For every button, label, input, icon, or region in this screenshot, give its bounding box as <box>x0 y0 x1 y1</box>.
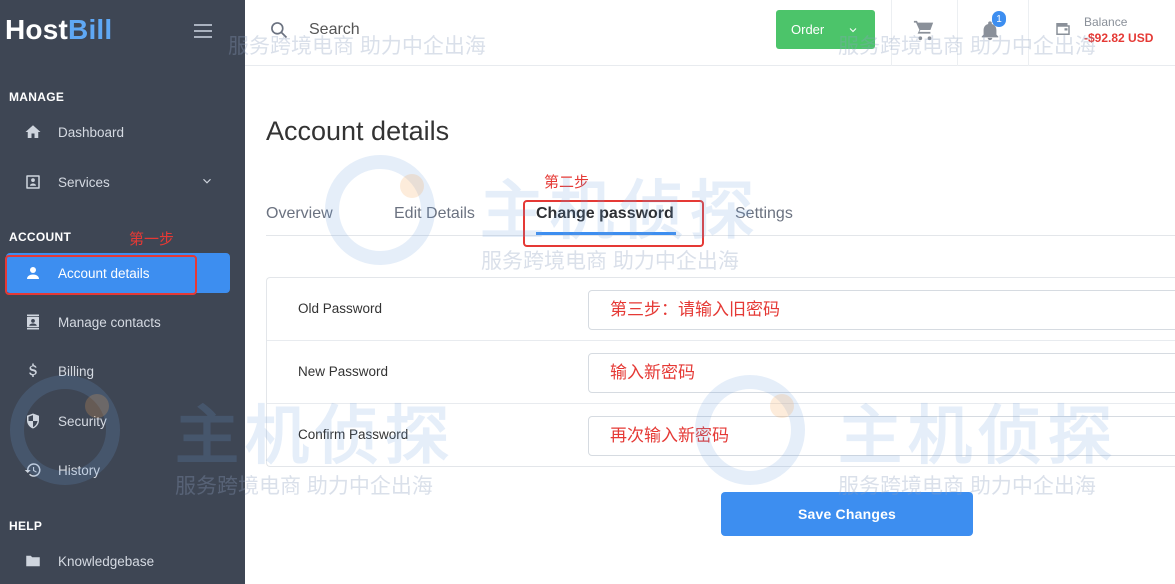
contacts-icon <box>6 313 58 331</box>
tab-settings[interactable]: Settings <box>735 205 793 223</box>
form-row-confirm-password: Confirm Password <box>267 404 1175 467</box>
divider <box>891 0 892 66</box>
search-input[interactable] <box>309 16 469 44</box>
order-button[interactable]: Order <box>776 10 875 49</box>
new-password-label: New Password <box>298 364 389 379</box>
sidebar-item-billing[interactable]: Billing <box>6 351 230 391</box>
home-icon <box>6 123 58 141</box>
page-title: Account details <box>266 116 450 146</box>
wallet-icon <box>1053 20 1073 43</box>
sidebar-item-manage-contacts[interactable]: Manage contacts <box>6 302 230 342</box>
new-password-input[interactable] <box>588 353 1175 393</box>
order-button-label: Order <box>791 22 825 37</box>
balance-value[interactable]: -$92.82 USD <box>1084 31 1153 45</box>
old-password-input[interactable] <box>588 290 1175 330</box>
divider <box>957 0 958 66</box>
save-changes-button[interactable]: Save Changes <box>721 492 973 536</box>
sidebar-item-label: Knowledgebase <box>58 553 155 569</box>
confirm-password-label: Confirm Password <box>298 427 409 442</box>
step1-highlight-box <box>5 255 197 295</box>
divider <box>1028 0 1029 66</box>
sidebar-item-label: Security <box>58 413 107 429</box>
shield-icon <box>6 412 58 430</box>
dollar-icon <box>6 362 58 380</box>
tabs-bar: Overview Edit Details Change password Se… <box>266 196 1175 236</box>
confirm-password-input[interactable] <box>588 416 1175 456</box>
watermark-tagline: 服务跨境电商 助力中企出海 <box>481 250 739 273</box>
chevron-down-icon[interactable] <box>200 174 220 191</box>
section-manage: MANAGE <box>9 90 65 104</box>
form-row-old-password: Old Password <box>267 278 1175 341</box>
sidebar-item-label: History <box>58 462 101 478</box>
old-password-label: Old Password <box>298 301 383 316</box>
section-help: HELP <box>9 519 43 533</box>
sidebar-item-dashboard[interactable]: Dashboard <box>6 112 230 152</box>
folder-icon <box>6 552 58 570</box>
search-icon[interactable] <box>269 20 289 40</box>
chevron-down-icon <box>847 24 859 39</box>
menu-toggle-icon[interactable] <box>194 24 212 38</box>
sidebar-item-label: Services <box>58 174 110 190</box>
services-icon <box>6 173 58 191</box>
sidebar-item-security[interactable]: Security <box>6 401 230 441</box>
notification-badge: 1 <box>992 11 1006 27</box>
balance-label: Balance <box>1084 15 1128 29</box>
sidebar-item-label: Manage contacts <box>58 314 161 330</box>
sidebar-item-services[interactable]: Services <box>6 162 230 202</box>
brand-logo[interactable]: HostBill <box>5 14 112 46</box>
step1-annotation: 第一步 <box>129 231 175 248</box>
sidebar-item-label: Billing <box>58 363 95 379</box>
sidebar-item-history[interactable]: History <box>6 450 230 490</box>
step2-annotation: 第二步 <box>544 174 590 191</box>
sidebar-item-knowledgebase[interactable]: Knowledgebase <box>6 541 230 581</box>
section-account: ACCOUNT <box>9 230 72 244</box>
sidebar-item-label: Dashboard <box>58 124 125 140</box>
step2-highlight-box <box>523 200 704 247</box>
history-icon <box>6 461 58 479</box>
tab-overview[interactable]: Overview <box>266 205 333 223</box>
cart-icon[interactable] <box>912 19 936 46</box>
form-row-new-password: New Password <box>267 341 1175 404</box>
top-bar: Order 1 Balance -$92.82 USD <box>245 0 1175 66</box>
change-password-form: Old Password New Password Confirm Passwo… <box>266 277 1175 467</box>
tab-edit-details[interactable]: Edit Details <box>394 205 475 223</box>
